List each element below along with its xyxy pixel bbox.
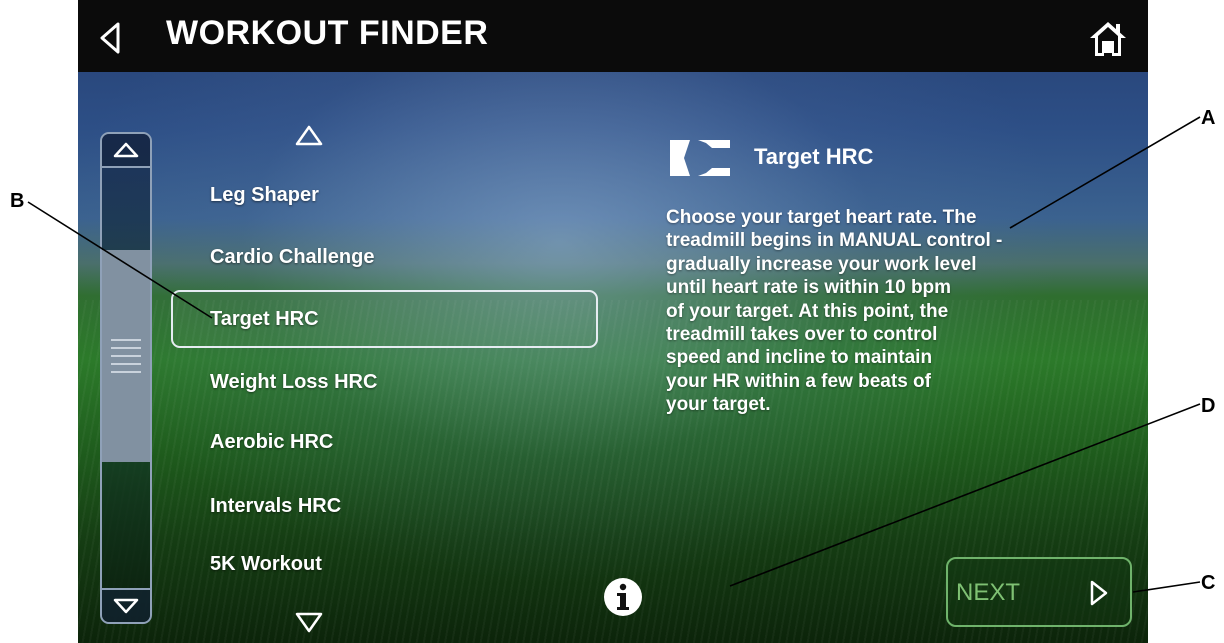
workout-item-leg-shaper[interactable]: Leg Shaper [210, 184, 319, 207]
callout-label-d: D [1201, 395, 1216, 417]
grip-line [111, 347, 141, 349]
info-icon[interactable] [602, 576, 644, 618]
scroll-up-button[interactable] [102, 134, 150, 168]
heart-rate-icon [670, 140, 730, 176]
description-line: treadmill takes over to control [666, 324, 938, 346]
workout-detail-title: Target HRC [754, 144, 874, 169]
grip-line [111, 355, 141, 357]
scroll-down-arrow-icon [113, 598, 139, 614]
workout-description: Choose your target heart rate. The tread… [666, 206, 1086, 417]
scroll-up-arrow-icon [113, 142, 139, 158]
workout-item-intervals-hrc[interactable]: Intervals HRC [210, 495, 341, 518]
description-line: Choose your target heart rate. The [666, 207, 977, 228]
callout-label-c: C [1201, 572, 1216, 594]
workout-list-scrollbar[interactable] [100, 132, 152, 624]
scroll-down-button[interactable] [102, 588, 150, 622]
workout-item-weight-loss-hrc[interactable]: Weight Loss HRC [210, 371, 377, 394]
next-arrow-icon [1090, 580, 1108, 606]
workout-item-aerobic-hrc[interactable]: Aerobic HRC [210, 431, 333, 454]
workout-item-cardio-challenge[interactable]: Cardio Challenge [210, 246, 374, 269]
workout-item-5k-workout[interactable]: 5K Workout [210, 553, 322, 576]
grip-line [111, 339, 141, 341]
grip-line [111, 363, 141, 365]
list-up-arrow-icon[interactable] [294, 124, 324, 148]
description-line: gradually increase your work level [666, 253, 977, 275]
scrollbar-thumb[interactable] [102, 250, 150, 462]
callout-label-b: B [10, 190, 25, 212]
description-line: treadmill begins in MANUAL control - [666, 230, 1003, 252]
description-line: speed and incline to maintain [666, 347, 933, 369]
grip-line [111, 371, 141, 373]
back-arrow-icon[interactable] [96, 20, 126, 56]
description-line: your HR within a few beats of [666, 370, 931, 392]
description-line: until heart rate is within 10 bpm [666, 277, 952, 299]
page-title: WORKOUT FINDER [166, 14, 489, 52]
next-button[interactable]: NEXT [946, 557, 1132, 627]
description-line: your target. [666, 394, 771, 416]
home-icon[interactable] [1088, 20, 1128, 58]
treadmill-screen: WORKOUT FINDER Leg Shaper Cardio Challen… [78, 0, 1148, 643]
title-bar: WORKOUT FINDER [78, 0, 1148, 72]
next-button-label: NEXT [956, 579, 1021, 606]
list-down-arrow-icon[interactable] [294, 610, 324, 634]
description-line: of your target. At this point, the [666, 300, 949, 322]
callout-label-a: A [1201, 107, 1216, 129]
workout-item-target-hrc[interactable]: Target HRC [210, 308, 319, 331]
